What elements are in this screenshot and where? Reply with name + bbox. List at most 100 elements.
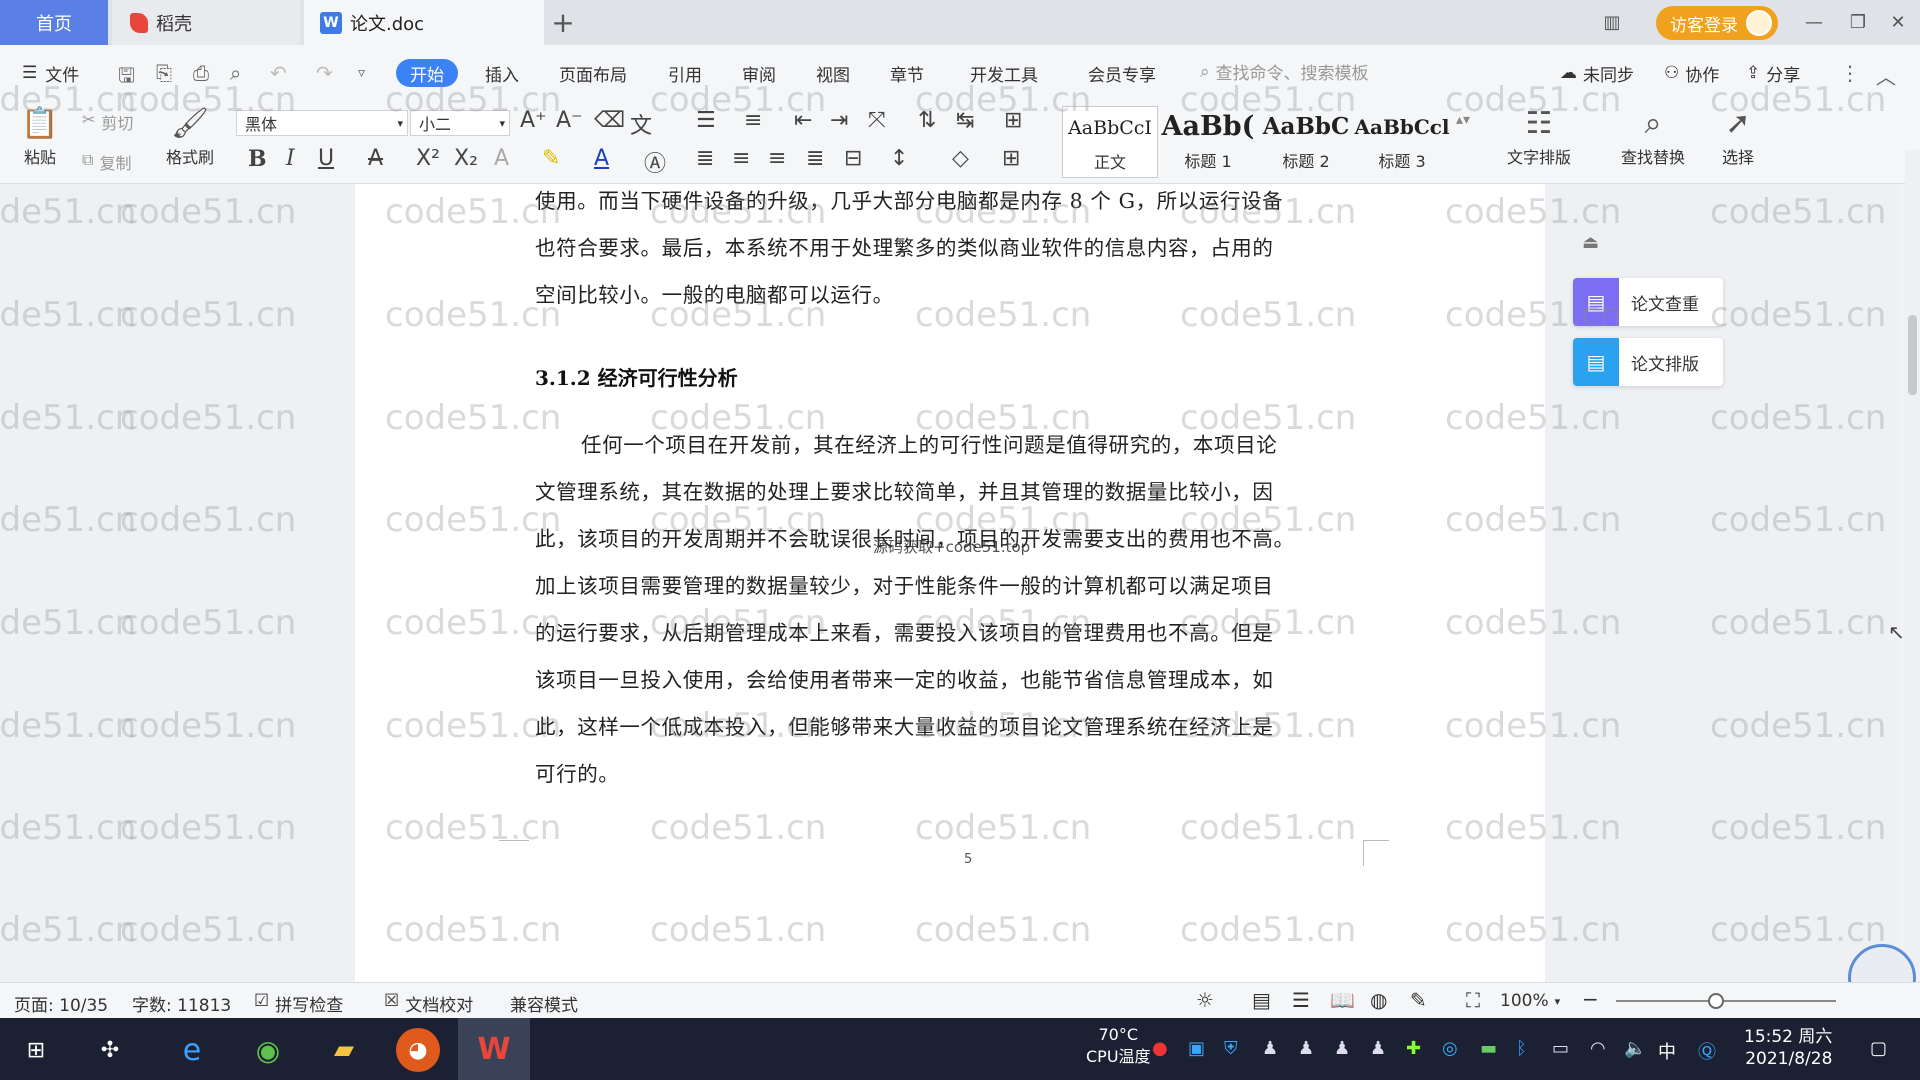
taskbar-app-browser[interactable]: ◉	[246, 1028, 290, 1072]
tab-member[interactable]: 会员专享	[1088, 59, 1156, 87]
paragraph-2[interactable]: 任何一个项目在开发前，其在经济上的可行性问题是值得研究的，本项目论 文管理系统，…	[535, 422, 1355, 798]
taskbar-app-wps[interactable]: W	[458, 1018, 530, 1080]
phonetic-icon[interactable]: 文	[630, 108, 652, 140]
proofread-button[interactable]: ☒ 文档校对	[384, 991, 473, 1016]
format-painter-button[interactable]: 🖌 格式刷	[160, 104, 220, 168]
start-button[interactable]: ⊞	[14, 1028, 58, 1072]
share-button[interactable]: ⇪ 分享	[1746, 59, 1800, 87]
collaborate-button[interactable]: ⚇ 协作	[1664, 59, 1719, 87]
thesis-check-button[interactable]: ▤ 论文查重	[1573, 278, 1723, 326]
tab-chapter[interactable]: 章节	[890, 59, 924, 87]
tab-developer[interactable]: 开发工具	[970, 59, 1038, 87]
tab-document[interactable]: W 论文.doc	[304, 0, 544, 45]
taskbar-app-ie[interactable]: e	[170, 1028, 214, 1072]
cpu-temp-widget[interactable]: 70°C CPU温度	[1086, 1024, 1151, 1068]
print-preview-icon[interactable]: ⌕	[230, 61, 241, 85]
paste-button[interactable]: 📋 粘贴	[16, 104, 64, 168]
shield-icon[interactable]: ⛨	[1224, 1038, 1238, 1059]
text-direction-icon[interactable]: ↹	[956, 108, 974, 133]
strikethrough-icon[interactable]: A	[368, 146, 383, 171]
zoom-select[interactable]: 100% ▾	[1500, 991, 1560, 1011]
style-heading-2[interactable]: AaBbC 标题 2	[1258, 106, 1354, 178]
tray-app-icon[interactable]: ▬	[1480, 1038, 1497, 1059]
italic-icon[interactable]: I	[286, 146, 295, 171]
bold-icon[interactable]: B	[248, 146, 267, 172]
align-left-icon[interactable]: ≣	[696, 146, 714, 171]
zoom-slider-track[interactable]	[1616, 1000, 1836, 1002]
page-indicator[interactable]: 页面: 10/35	[14, 991, 108, 1016]
font-name-select[interactable]: 黑体 ▾	[236, 110, 408, 136]
subscript-icon[interactable]: X₂	[454, 146, 478, 171]
sort-icon[interactable]: ⇅	[918, 108, 936, 133]
bullet-list-icon[interactable]: ☰	[696, 108, 716, 133]
borders-icon[interactable]: ⊞	[1002, 146, 1020, 171]
align-center-icon[interactable]: ≡	[732, 146, 750, 171]
eraser-icon[interactable]: ⌫	[594, 108, 625, 133]
tray-app-icon[interactable]: ▣	[1188, 1038, 1205, 1059]
superscript-icon[interactable]: X²	[416, 146, 440, 171]
cut-button[interactable]: ✂ 剪切	[82, 110, 133, 134]
taskbar-app-explorer[interactable]: ▰	[322, 1028, 366, 1072]
tray-app-icon[interactable]: ●	[1152, 1038, 1168, 1059]
taskbar-app-pinwheel[interactable]: ✣	[88, 1028, 132, 1072]
justify-icon[interactable]: ≣	[806, 146, 824, 171]
save-icon[interactable]: 🖫	[118, 61, 135, 95]
numbered-list-icon[interactable]: ≡	[744, 108, 762, 133]
file-menu[interactable]: ☰ 文件	[22, 59, 79, 87]
text-effect-icon[interactable]: A	[494, 146, 509, 171]
section-heading[interactable]: 3.1.2 经济可行性分析	[535, 362, 738, 391]
search-app-icon[interactable]: Ⓠ	[1698, 1038, 1716, 1064]
tab-start[interactable]: 开始	[396, 59, 458, 87]
eye-protection-icon[interactable]: ☼	[1196, 988, 1214, 1012]
qq-icon[interactable]: ♟	[1262, 1038, 1278, 1059]
document-page[interactable]: 使用。而当下硬件设备的升级，几乎大部分电脑都是内存 8 个 G，所以运行设备 也…	[355, 184, 1545, 982]
scroll-thumb[interactable]	[1908, 315, 1917, 395]
zoom-slider-handle[interactable]	[1708, 993, 1724, 1009]
increase-font-icon[interactable]: A⁺	[520, 108, 547, 133]
zoom-out-icon[interactable]: −	[1582, 987, 1599, 1011]
more-icon[interactable]: ⋮	[1840, 61, 1860, 85]
tab-daoke[interactable]: 稻壳	[112, 0, 300, 45]
tab-review[interactable]: 审阅	[742, 59, 776, 87]
customize-dropdown-icon[interactable]: ▿	[358, 65, 365, 81]
tray-app-icon[interactable]: ✚	[1406, 1038, 1421, 1059]
text-layout-button[interactable]: ☷ 文字排版	[1494, 104, 1584, 168]
highlight-icon[interactable]: ✎	[542, 146, 560, 171]
word-count[interactable]: 字数: 11813	[132, 991, 231, 1016]
increase-indent-icon[interactable]: ⇥	[830, 108, 848, 133]
line-spacing-icon[interactable]: ↕	[890, 146, 908, 171]
shading-icon[interactable]: ◇	[952, 146, 969, 171]
layout-toggle-button[interactable]: ▥	[1590, 0, 1634, 45]
chinese-layout-icon[interactable]: ⤧	[868, 108, 886, 133]
qq-icon[interactable]: ♟	[1334, 1038, 1350, 1059]
print-icon[interactable]: ⎙	[193, 61, 209, 85]
tray-app-icon[interactable]: ◎	[1442, 1038, 1458, 1059]
font-color-icon[interactable]: A	[594, 146, 609, 171]
decrease-font-icon[interactable]: A⁻	[556, 108, 583, 133]
select-button[interactable]: ➚ 选择	[1710, 104, 1766, 168]
style-heading-1[interactable]: AaBb(标题 1	[1160, 106, 1256, 178]
sync-button[interactable]: ☁ 未同步	[1560, 59, 1634, 87]
wifi-icon[interactable]: ◠	[1590, 1038, 1606, 1059]
decrease-indent-icon[interactable]: ⇤	[794, 108, 812, 133]
style-heading-3[interactable]: AaBbCcl 标题 3	[1354, 106, 1450, 178]
minimize-button[interactable]: —	[1792, 0, 1836, 45]
command-search[interactable]: ⌕ 查找命令、搜索模板	[1200, 59, 1369, 85]
font-size-select[interactable]: 小二 ▾	[410, 110, 510, 136]
new-tab-button[interactable]: +	[548, 0, 578, 45]
thesis-layout-button[interactable]: ▤ 论文排版	[1573, 338, 1723, 386]
style-normal[interactable]: AaBbCcI 正文	[1062, 106, 1158, 178]
tab-home[interactable]: 首页	[0, 0, 108, 45]
taskbar-app-media[interactable]: ◕	[396, 1028, 440, 1072]
web-view-icon[interactable]: ◍	[1370, 988, 1387, 1012]
paragraph-1[interactable]: 使用。而当下硬件设备的升级，几乎大部分电脑都是内存 8 个 G，所以运行设备 也…	[535, 178, 1355, 319]
vertical-scrollbar[interactable]	[1905, 150, 1920, 980]
output-icon[interactable]: ⎘	[156, 61, 172, 85]
align-right-icon[interactable]: ≡	[768, 146, 786, 171]
panel-collapse-icon[interactable]: ⏏	[1582, 232, 1599, 253]
fit-page-icon[interactable]: ⛶	[1466, 988, 1480, 1012]
copy-button[interactable]: ⧉ 复制	[82, 150, 131, 174]
qq-icon[interactable]: ♟	[1370, 1038, 1386, 1059]
volume-icon[interactable]: 🔈	[1624, 1038, 1646, 1059]
tab-page-layout[interactable]: 页面布局	[559, 59, 627, 87]
